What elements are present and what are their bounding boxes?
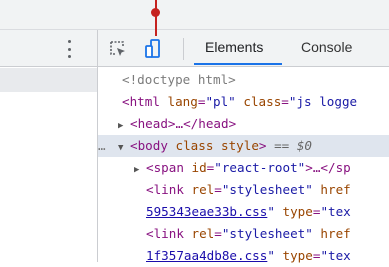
dom-line-link-2-cont[interactable]: 1f357aa4db8e.css" type="tex <box>98 245 389 267</box>
link-val-type: "tex <box>320 204 351 219</box>
expand-triangle-icon[interactable]: ▶ <box>134 159 146 179</box>
html-eq-2: = <box>281 94 289 109</box>
doctype-text: <!doctype html> <box>122 72 236 87</box>
annotation-pointer-line <box>155 0 157 36</box>
link-attr-href: href <box>312 226 351 241</box>
link-attr-rel: rel <box>191 182 215 197</box>
annotation-pointer-dot <box>151 8 160 17</box>
dom-line-link-1[interactable]: <link rel="stylesheet" href <box>98 179 389 201</box>
inspect-element-icon[interactable] <box>109 40 127 58</box>
body-tag-close: > <box>258 138 267 153</box>
dom-line-head[interactable]: ▶ <head>…</head> <box>98 113 389 135</box>
link-attr-type: type <box>274 204 313 219</box>
span-tag-open: <span <box>146 160 192 175</box>
device-toolbar-icon[interactable] <box>143 38 163 60</box>
toolbar-separator <box>183 38 184 60</box>
link-tag-open: <link <box>146 182 192 197</box>
stylesheet-link-1[interactable]: 595343eae33b.css <box>146 204 267 219</box>
link-attr-type: type <box>274 248 313 263</box>
active-tab-indicator <box>194 63 282 65</box>
dom-line-body-selected[interactable]: … ▼ <body class style> == $0 <box>98 135 389 157</box>
html-tag-open: <html <box>122 94 168 109</box>
dom-line-span[interactable]: ▶ <span id="react-root">…</sp <box>98 157 389 179</box>
quote-close: " <box>267 248 275 263</box>
expand-triangle-icon[interactable]: ▶ <box>118 115 130 135</box>
link-eq: = <box>214 226 222 241</box>
link-attr-rel: rel <box>191 226 215 241</box>
top-strip <box>0 0 389 30</box>
ellipsis-menu-icon[interactable]: … <box>98 135 110 157</box>
left-pane-highlight <box>0 68 97 92</box>
html-attr-lang: lang <box>167 94 198 109</box>
link-val-rel: "stylesheet" <box>221 226 313 241</box>
html-val-class: "js logge <box>288 94 358 109</box>
body-tag-open: <body <box>130 138 176 153</box>
link-val-type: "tex <box>320 248 351 263</box>
html-val-lang: "pl" <box>205 94 236 109</box>
tab-console[interactable]: Console <box>301 39 352 55</box>
dom-tree: <!doctype html> <html lang="pl" class="j… <box>98 67 389 263</box>
span-attr-id: id <box>191 160 207 175</box>
selected-node-marker: == $0 <box>266 138 312 153</box>
stylesheet-link-2[interactable]: 1f357aa4db8e.css <box>146 248 267 263</box>
link-attr-href: href <box>312 182 351 197</box>
collapse-triangle-icon[interactable]: ▼ <box>118 137 130 157</box>
dom-line-html[interactable]: <html lang="pl" class="js logge <box>98 91 389 113</box>
more-vertical-icon[interactable] <box>66 40 72 58</box>
link-tag-open: <link <box>146 226 192 241</box>
span-tag-close: >…</sp <box>305 160 351 175</box>
tab-elements[interactable]: Elements <box>205 39 263 55</box>
link-eq: = <box>214 182 222 197</box>
body-attrs: class style <box>175 138 259 153</box>
span-val-id: "react-root" <box>214 160 306 175</box>
head-tag: <head>…</head> <box>130 116 237 131</box>
dom-line-link-2[interactable]: <link rel="stylesheet" href <box>98 223 389 245</box>
dom-line-doctype[interactable]: <!doctype html> <box>98 69 389 91</box>
html-attr-class: class <box>235 94 282 109</box>
dom-line-link-1-cont[interactable]: 595343eae33b.css" type="tex <box>98 201 389 223</box>
quote-close: " <box>267 204 275 219</box>
link-val-rel: "stylesheet" <box>221 182 313 197</box>
